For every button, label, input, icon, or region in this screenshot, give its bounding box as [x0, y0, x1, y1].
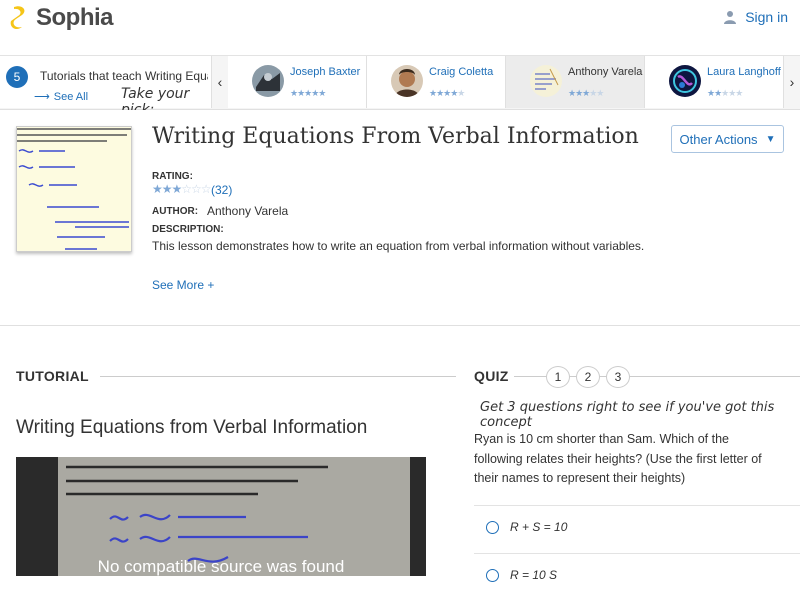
sophia-logo[interactable]: Sophia — [8, 4, 114, 32]
quiz-tagline: Get 3 questions right to see if you've g… — [480, 400, 775, 430]
user-icon — [724, 11, 737, 24]
top-header: Sophia Sign in — [0, 0, 800, 56]
answer-text: R = 10 S — [510, 568, 558, 582]
answer-text: R + S = 10 — [510, 520, 568, 534]
quiz-heading: QUIZ — [474, 368, 509, 384]
tutorials-teach-text: Tutorials that teach Writing Equations F… — [40, 69, 208, 83]
teacher-rating: ★★★★★ — [290, 88, 326, 98]
avatar — [252, 65, 284, 97]
teacher-rating: ★★★★★ — [429, 88, 465, 98]
logo-text: Sophia — [36, 4, 114, 31]
rating-stars[interactable]: ★★★☆☆☆ — [152, 182, 212, 196]
rating-count[interactable]: (32) — [211, 183, 232, 197]
teacher-name: Laura Langhoff — [707, 66, 781, 78]
sophia-logo-icon — [10, 6, 25, 30]
lesson-info: Writing Equations From Verbal Informatio… — [0, 110, 800, 326]
quiz-question-1[interactable]: 1 — [546, 366, 570, 388]
teacher-name: Anthony Varela — [568, 66, 643, 78]
teacher-rating: ★★★★★ — [568, 88, 604, 98]
tutorial-title: Writing Equations from Verbal Informatio… — [16, 417, 368, 438]
author-name: Anthony Varela — [207, 204, 289, 218]
quiz-question-3[interactable]: 3 — [606, 366, 630, 388]
description-label: DESCRIPTION: — [152, 224, 224, 235]
answer-radio[interactable] — [486, 521, 499, 534]
see-all-label: See All — [53, 90, 89, 103]
lesson-thumbnail[interactable] — [16, 126, 132, 252]
carousel-prev-button[interactable]: ‹ — [212, 56, 228, 108]
quiz-question-text: Ryan is 10 cm shorter than Sam. Which of… — [474, 432, 762, 485]
sign-in-link[interactable]: Sign in — [723, 9, 788, 25]
other-actions-button[interactable]: Other Actions ▼ — [671, 125, 784, 153]
teacher-card[interactable]: Joseph Baxter ★★★★★ — [228, 56, 367, 108]
author-label: AUTHOR: — [152, 206, 199, 217]
teacher-list: Joseph Baxter ★★★★★ Craig Coletta ★★★★★ … — [228, 56, 784, 108]
arrow-right-icon: ⟶ — [34, 91, 50, 103]
tutorial-carousel: 5 Tutorials that teach Writing Equations… — [0, 56, 800, 118]
chevron-down-icon: ▼ — [765, 133, 776, 145]
chevron-left-icon: ‹ — [217, 74, 223, 90]
rating-label: RATING: — [152, 171, 193, 182]
other-actions-label: Other Actions — [679, 131, 758, 147]
avatar — [530, 65, 562, 97]
video-player[interactable]: No compatible source was found — [16, 457, 426, 576]
teacher-rating: ★★★★★ — [707, 88, 743, 98]
tutorial-count-badge: 5 — [6, 66, 28, 88]
avatar — [669, 65, 701, 97]
answer-option[interactable]: R + S = 10 — [474, 505, 800, 553]
lesson-description: This lesson demonstrates how to write an… — [152, 239, 645, 253]
teacher-card[interactable]: Laura Langhoff ★★★★★ — [645, 56, 784, 108]
see-all-link[interactable]: ⟶ See All — [34, 90, 89, 104]
tutorial-divider — [100, 376, 456, 377]
lesson-title: Writing Equations From Verbal Informatio… — [152, 124, 639, 149]
teacher-card[interactable]: Craig Coletta ★★★★★ — [367, 56, 506, 108]
answer-option[interactable]: R = 10 S — [474, 553, 800, 601]
quiz-question-2[interactable]: 2 — [576, 366, 600, 388]
tutorial-heading: TUTORIAL — [16, 368, 89, 384]
see-more-link[interactable]: See More + — [152, 278, 214, 292]
teacher-card[interactable]: Anthony Varela ★★★★★ — [506, 56, 645, 108]
sign-in-label: Sign in — [745, 9, 788, 25]
teacher-name: Craig Coletta — [429, 66, 494, 78]
tutorial-summary: 5 Tutorials that teach Writing Equations… — [0, 56, 212, 118]
teacher-name: Joseph Baxter — [290, 66, 361, 78]
chevron-right-icon: › — [789, 74, 795, 90]
carousel-next-button[interactable]: › — [784, 56, 800, 108]
avatar — [391, 65, 423, 97]
video-error-message: No compatible source was found — [97, 557, 345, 576]
